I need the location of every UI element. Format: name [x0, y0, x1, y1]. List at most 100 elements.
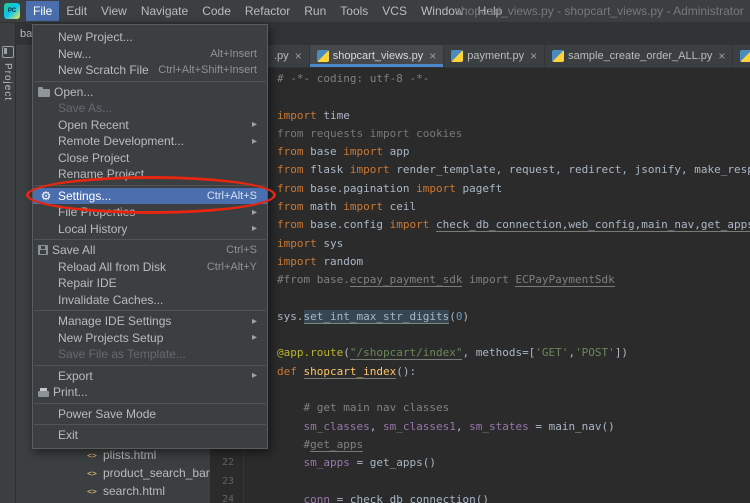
menu-item-new[interactable]: New...Alt+Insert — [33, 46, 267, 63]
menu-item-repair-ide[interactable]: Repair IDE — [33, 275, 267, 292]
code-text: # get main nav classes — [244, 399, 449, 417]
code-line: 20 sm_classes, sm_classes1, sm_states = … — [211, 418, 750, 436]
file-menu: New Project... New...Alt+InsertNew Scratc… — [32, 24, 268, 449]
line-number[interactable]: 22 — [211, 454, 244, 472]
project-tool-icon[interactable] — [2, 46, 14, 58]
menu-item-label: Repair IDE — [58, 276, 117, 290]
menu-item-label: New Project... — [58, 30, 133, 44]
menu-item-shortcut: Ctrl+Alt+Y — [207, 261, 257, 273]
project-tree-item-product-search-bar-htr[interactable]: product_search_bar.htr — [16, 464, 210, 482]
editor-tab-payment-py[interactable]: payment.py× — [444, 45, 545, 67]
tree-item-label: search.html — [103, 484, 165, 498]
html-file-icon — [86, 449, 98, 461]
code-text: @app.route("/shopcart/index", methods=['… — [244, 344, 628, 362]
tab-label: shopcart_views.py — [333, 50, 424, 62]
menu-item-rename-project[interactable]: Rename Project... — [33, 166, 267, 183]
menu-item-label: Save As... — [58, 101, 112, 115]
menu-item-shortcut: Ctrl+S — [226, 244, 257, 256]
editor-tab-testch[interactable]: testch — [733, 45, 750, 67]
code-editor[interactable]: 1# -*- coding: utf-8 -*-23import time4fr… — [211, 68, 750, 503]
menubar-item-code[interactable]: Code — [195, 1, 238, 21]
code-line: 1# -*- coding: utf-8 -*- — [211, 70, 750, 88]
menu-item-save-file-as-template: Save File as Template... — [33, 346, 267, 363]
code-text: from base.pagination import pageft — [244, 180, 502, 198]
code-text: from math import ceil — [244, 198, 416, 216]
menu-item-open-recent[interactable]: Open Recent▸ — [33, 117, 267, 134]
menu-item-label: Print... — [53, 385, 88, 399]
menu-item-remote-development[interactable]: Remote Development...▸ — [33, 133, 267, 150]
python-file-icon — [552, 50, 564, 62]
line-number[interactable]: 23 — [211, 473, 244, 491]
python-file-icon — [317, 50, 329, 62]
menubar-item-vcs[interactable]: VCS — [375, 1, 414, 21]
code-line: 15 — [211, 326, 750, 344]
menu-item-print[interactable]: Print... — [33, 384, 267, 401]
html-file-icon — [86, 485, 98, 497]
menubar-item-edit[interactable]: Edit — [59, 1, 94, 21]
menu-item-label: Open... — [54, 85, 93, 99]
menubar-item-view[interactable]: View — [94, 1, 134, 21]
close-tab-icon[interactable]: × — [530, 49, 537, 63]
menubar-item-navigate[interactable]: Navigate — [134, 1, 195, 21]
code-line: 14sys.set_int_max_str_digits(0) — [211, 308, 750, 326]
menu-item-label: New Projects Setup — [58, 331, 163, 345]
menu-item-label: File Properties — [58, 205, 135, 219]
code-text: sys.set_int_max_str_digits(0) — [244, 308, 469, 326]
menu-item-reload-all-from-disk[interactable]: Reload All from DiskCtrl+Alt+Y — [33, 259, 267, 276]
python-file-icon — [740, 50, 750, 62]
editor-tab-py[interactable]: .py× — [267, 45, 310, 67]
menu-item-open[interactable]: Open... — [33, 84, 267, 101]
menu-separator — [34, 403, 266, 404]
close-tab-icon[interactable]: × — [429, 49, 436, 63]
close-tab-icon[interactable]: × — [718, 49, 725, 63]
menu-item-save-all[interactable]: Save All Ctrl+S — [33, 242, 267, 259]
menu-separator — [34, 185, 266, 186]
menu-item-shortcut: Ctrl+Alt+S — [207, 190, 257, 202]
code-line: 4from requests import cookies — [211, 125, 750, 143]
menubar-item-file[interactable]: File — [26, 1, 59, 21]
menu-item-icon-slot — [38, 428, 54, 442]
menu-item-new-scratch-file[interactable]: New Scratch FileCtrl+Alt+Shift+Insert — [33, 62, 267, 79]
menu-item-export[interactable]: Export▸ — [33, 368, 267, 385]
project-tree: plists.html product_search_bar.htr search.… — [16, 446, 210, 500]
html-file-icon — [86, 467, 98, 479]
project-tool-tab[interactable]: Project — [2, 63, 13, 101]
menu-item-label: Power Save Mode — [58, 407, 156, 421]
menubar-item-tools[interactable]: Tools — [333, 1, 375, 21]
menu-item-label: Rename Project... — [58, 167, 154, 181]
tree-item-label: plists.html — [103, 448, 156, 462]
code-text — [244, 473, 277, 491]
editor-tab-shopcart-views-py[interactable]: shopcart_views.py × — [310, 45, 445, 67]
menu-item-shortcut: Alt+Insert — [210, 48, 257, 60]
menu-item-new-project[interactable]: New Project... — [33, 29, 267, 46]
menu-item-exit[interactable]: Exit — [33, 427, 267, 444]
close-tab-icon[interactable]: × — [295, 49, 302, 63]
menubar-item-refactor[interactable]: Refactor — [238, 1, 297, 21]
menu-item-manage-ide-settings[interactable]: Manage IDE Settings▸ — [33, 313, 267, 330]
menu-item-local-history[interactable]: Local History▸ — [33, 221, 267, 238]
menu-item-label: Exit — [58, 428, 78, 442]
menu-item-icon-slot — [38, 331, 54, 345]
project-tree-item-plists-html[interactable]: plists.html — [16, 446, 210, 464]
code-line: 17def shopcart_index(): — [211, 363, 750, 381]
code-line: 6from flask import render_template, requ… — [211, 161, 750, 179]
editor-tab-sample-create-order-all-py[interactable]: sample_create_order_ALL.py× — [545, 45, 733, 67]
menubar-item-run[interactable]: Run — [297, 1, 333, 21]
menu-item-label: Save All — [52, 243, 95, 257]
submenu-arrow-icon: ▸ — [252, 223, 257, 234]
menu-item-file-properties[interactable]: File Properties▸ — [33, 204, 267, 221]
editor-tabs-bar: .py×shopcart_views.py×payment.py×sample_… — [211, 45, 750, 68]
code-line: 7from base.pagination import pageft — [211, 180, 750, 198]
menu-item-close-project[interactable]: Close Project — [33, 150, 267, 167]
line-number[interactable]: 24 — [211, 491, 244, 503]
code-text: sm_apps = get_apps() — [244, 454, 436, 472]
menu-item-icon-slot — [38, 314, 54, 328]
menu-item-invalidate-caches[interactable]: Invalidate Caches... — [33, 292, 267, 309]
menu-item-new-projects-setup[interactable]: New Projects Setup▸ — [33, 330, 267, 347]
menu-item-power-save-mode[interactable]: Power Save Mode — [33, 406, 267, 423]
code-line: 9from base.config import check_db_connec… — [211, 216, 750, 234]
project-tree-item-search-html[interactable]: search.html — [16, 482, 210, 500]
code-text: conn = check_db_connection() — [244, 491, 489, 503]
menu-item-settings[interactable]: Settings...Ctrl+Alt+S — [33, 188, 267, 205]
code-text: from requests import cookies — [244, 125, 462, 143]
